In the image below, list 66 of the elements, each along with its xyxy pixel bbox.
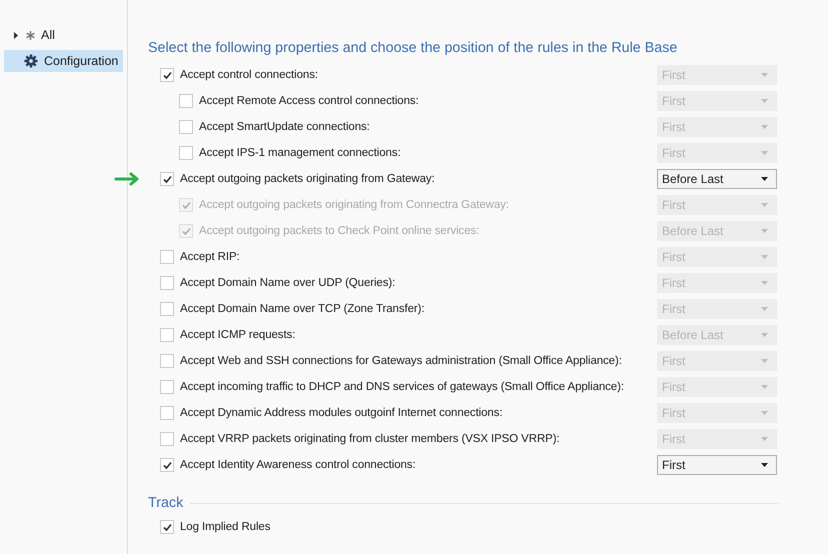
checkbox-label: Accept SmartUpdate connections: <box>199 121 370 133</box>
dropdown-caret-icon <box>761 99 768 103</box>
dropdown-caret-icon <box>761 229 768 233</box>
sidebar-item[interactable]: All <box>4 24 123 46</box>
checkbox-label: Accept Remote Access control connections: <box>199 95 419 107</box>
dropdown-caret-icon <box>761 411 768 415</box>
dropdown-caret-icon <box>761 385 768 389</box>
checkbox-label: Accept Domain Name over UDP (Queries): <box>180 277 396 289</box>
dropdown-caret-icon <box>761 203 768 207</box>
dropdown-caret-icon <box>761 307 768 311</box>
section-heading: Track <box>148 495 184 511</box>
dropdown-caret-icon <box>761 125 768 129</box>
checkbox-label: Accept Web and SSH connections for Gateways administration (Small Office Appliance): <box>180 355 622 367</box>
sidebar-label: All <box>41 28 55 42</box>
checkbox[interactable] <box>179 94 193 108</box>
checkbox-label: Accept Domain Name over TCP (Zone Transfer): <box>180 303 424 315</box>
sidebar-item[interactable]: Configuration <box>4 50 123 72</box>
position-dropdown[interactable]: Before Last <box>657 169 777 189</box>
expand-arrow-icon[interactable] <box>14 32 18 38</box>
dropdown-caret-icon <box>761 359 768 363</box>
dropdown-caret-icon <box>761 437 768 441</box>
checkbox[interactable] <box>160 520 174 534</box>
checkbox[interactable] <box>160 172 174 186</box>
dropdown-caret-icon <box>761 177 768 181</box>
dropdown-caret-icon <box>761 281 768 285</box>
position-dropdown[interactable]: First <box>657 455 777 475</box>
checkbox[interactable] <box>160 68 174 82</box>
dropdown-caret-icon <box>761 255 768 259</box>
dropdown-caret-icon <box>761 151 768 155</box>
checkbox-label: Log Implied Rules <box>180 521 270 533</box>
checkbox[interactable] <box>160 302 174 316</box>
checkbox[interactable] <box>179 120 193 134</box>
checkbox-label: Accept control connections: <box>180 69 318 81</box>
checkbox-label: Accept IPS-1 management connections: <box>199 147 401 159</box>
checkbox-label: Accept outgoing packets originating from Connectra Gateway: <box>199 199 509 211</box>
dropdown-caret-icon <box>761 463 768 467</box>
arrow-icon <box>114 172 140 186</box>
checkbox[interactable] <box>160 458 174 472</box>
checkbox[interactable] <box>160 276 174 290</box>
checkmark-icon <box>180 200 192 210</box>
gear-icon <box>24 54 38 68</box>
asterisk-icon <box>26 30 35 40</box>
checkmark-icon <box>162 460 172 470</box>
sidebar-label: Configuration <box>44 54 118 68</box>
checkbox-label: Accept Identity Awareness control connections: <box>180 459 416 471</box>
checkbox-label: Accept ICMP requests: <box>180 329 296 341</box>
checkbox[interactable] <box>160 380 174 394</box>
checkbox[interactable] <box>160 250 174 264</box>
checkmark-icon <box>180 226 192 236</box>
checkbox-label: Accept RIP: <box>180 251 240 263</box>
checkbox-label: Accept outgoing packets to Check Point online services: <box>199 225 480 237</box>
checkbox[interactable] <box>160 328 174 342</box>
checkbox-label: Accept incoming traffic to DHCP and DNS services of gateways (Small Office Appliance): <box>180 381 624 393</box>
dropdown-caret-icon <box>761 333 768 337</box>
dropdown-caret-icon <box>761 73 768 77</box>
section-heading: Select the following properties and choose the position of the rules in the Rule Base <box>148 40 678 56</box>
checkbox[interactable] <box>160 432 174 446</box>
checkmark-icon <box>162 174 172 184</box>
checkbox-label: Accept Dynamic Address modules outgoinf Internet connections: <box>180 407 502 419</box>
checkmark-icon <box>162 522 172 532</box>
checkmark-icon <box>162 70 172 80</box>
checkbox[interactable] <box>160 354 174 368</box>
checkbox-label: Accept outgoing packets originating from Gateway: <box>180 173 435 185</box>
checkbox[interactable] <box>160 406 174 420</box>
checkbox[interactable] <box>179 146 193 160</box>
checkbox-label: Accept VRRP packets originating from cluster members (VSX IPSO VRRP): <box>180 433 560 445</box>
